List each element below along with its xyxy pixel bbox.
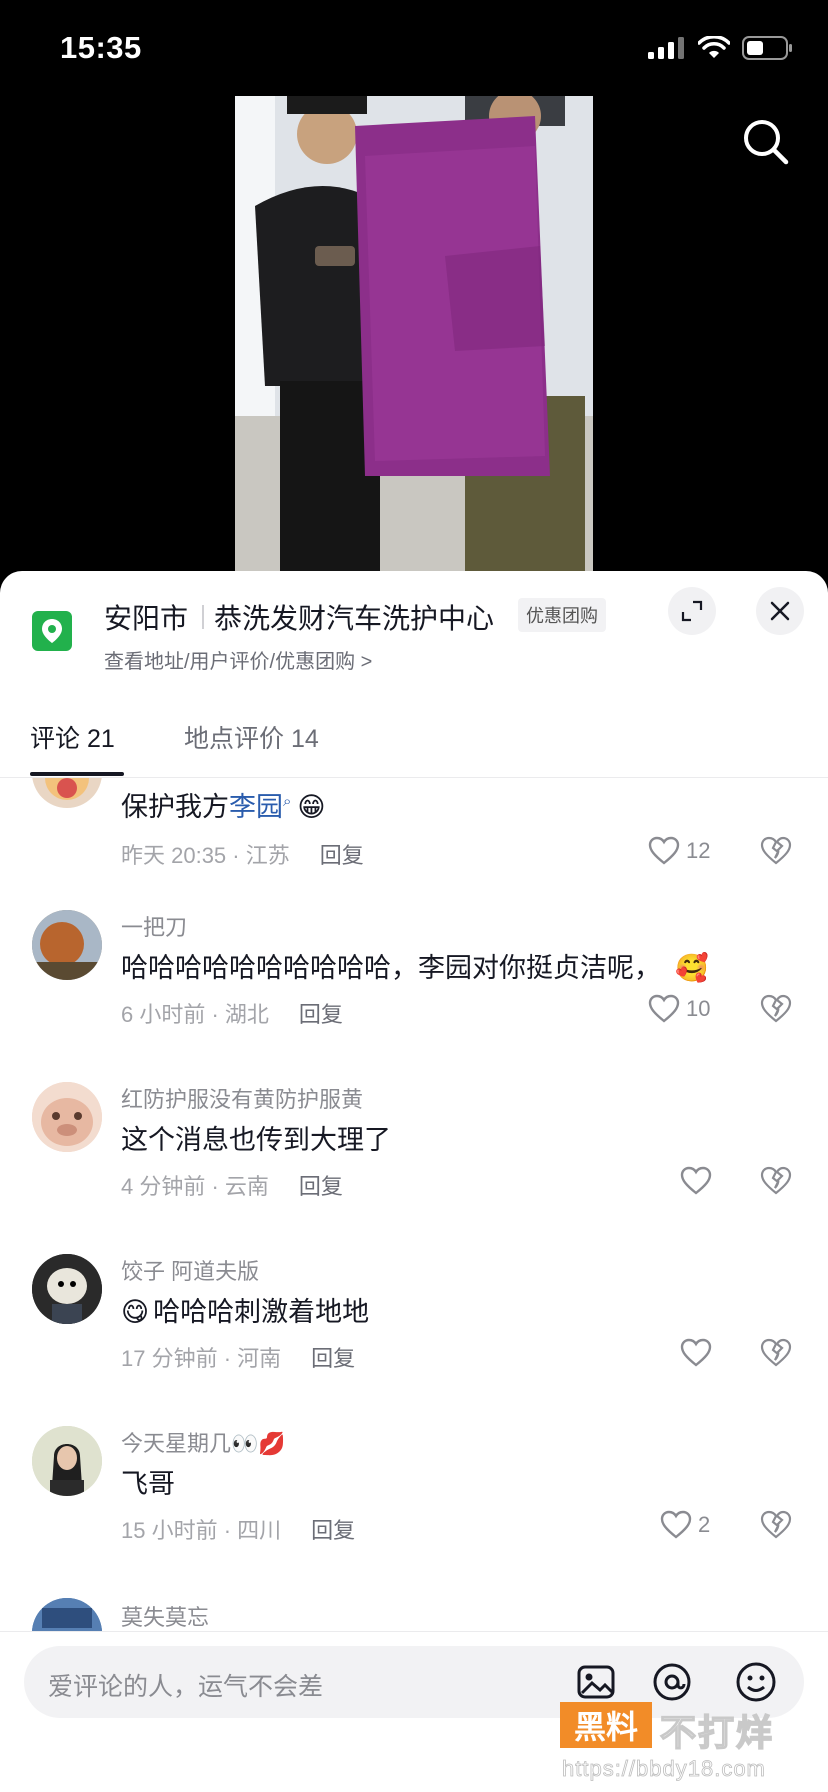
tab-comments[interactable]: 评论 21 [30,719,115,755]
expand-icon [681,600,703,622]
broken-heart-icon[interactable] [760,1338,792,1368]
comment-time-location: 17 分钟前 · 河南 [121,1346,282,1371]
comment-username[interactable]: 饺子 阿道夫版 [121,1254,259,1286]
comment-username[interactable]: 今天星期几👀💋 [121,1426,286,1458]
comment-body: 哈哈哈刺激着地地 [153,1297,370,1327]
comment-text: 😋 哈哈哈刺激着地地 [121,1290,369,1329]
like-count: 10 [686,996,711,1021]
comment-meta: 4 分钟前 · 云南 回复 [121,1169,343,1201]
mention-at-icon[interactable] [650,1660,694,1704]
heart-icon [680,1166,712,1195]
broken-heart-icon[interactable] [760,1166,792,1196]
mention-link[interactable]: 李园 [229,792,283,822]
cellular-signal-icon [648,37,684,59]
status-time: 15:35 [60,30,142,65]
watermark-url: https://bbdy18.com [562,1756,766,1782]
comment-time-location: 昨天 20:35 · 江苏 [121,843,290,868]
search-icon: ⌕ [283,793,292,810]
comment-meta: 6 小时前 · 湖北 回复 [121,997,343,1029]
broken-heart-icon[interactable] [760,836,792,866]
broken-heart-icon[interactable] [760,1510,792,1540]
comment-list[interactable]: 保护我方李园⌕ 😁 昨天 20:35 · 江苏 回复 12 一把刀 哈哈哈哈哈哈哈哈… [0,778,828,1631]
heart-icon [648,994,680,1023]
location-header[interactable]: 安阳市 恭洗发财汽车洗护中心 优惠团购 查看地址/用户评价/优惠团购 > [0,571,828,681]
tab-place-reviews[interactable]: 地点评价 14 [184,719,319,755]
image-icon[interactable] [574,1660,618,1704]
comment-item: 今天星期几👀💋 飞哥 15 小时前 · 四川 回复 2 [0,1422,828,1594]
comment-item: 红防护服没有黄防护服黄 这个消息也传到大理了 4 分钟前 · 云南 回复 [0,1078,828,1250]
avatar[interactable] [32,910,102,980]
comment-time-location: 15 小时前 · 四川 [121,1518,282,1543]
comment-text: 这个消息也传到大理了 [121,1125,391,1155]
watermark: 黑料 不打烊 https://bbdy18.com [560,1702,820,1792]
location-name[interactable]: 恭洗发财汽车洗护中心 [214,597,494,637]
avatar[interactable] [32,1254,102,1324]
comment-emoji: 😁 [297,792,326,822]
like-count: 2 [698,1512,711,1537]
reply-button[interactable]: 回复 [320,843,364,868]
expand-button[interactable] [668,587,716,635]
like-button[interactable] [680,1166,712,1196]
comment-meta: 15 小时前 · 四川 回复 [121,1513,355,1545]
like-button[interactable] [680,1338,712,1368]
comment-meta: 17 分钟前 · 河南 回复 [121,1341,355,1373]
avatar[interactable] [32,1082,102,1152]
video-thumbnail [235,96,593,571]
emoji-icon[interactable] [734,1660,778,1704]
comment-username[interactable]: 莫失莫忘 [121,1600,209,1631]
comment-meta: 昨天 20:35 · 江苏 回复 [121,838,364,870]
heart-icon [680,1338,712,1367]
location-divider [202,605,204,629]
watermark-box: 黑料 [560,1702,652,1748]
search-icon[interactable] [738,114,794,170]
comment-text: 哈哈哈哈哈哈哈哈哈哈，李园对你挺贞洁呢， 🥰 [121,946,709,985]
like-button[interactable]: 10 [648,994,710,1024]
location-links[interactable]: 查看地址/用户评价/优惠团购 > [104,645,372,674]
comment-time-location: 4 分钟前 · 云南 [121,1174,269,1199]
comment-sheet: 安阳市 恭洗发财汽车洗护中心 优惠团购 查看地址/用户评价/优惠团购 > 评论 … [0,571,828,1792]
like-button[interactable]: 12 [648,836,710,866]
reply-button[interactable]: 回复 [311,1518,355,1543]
comment-time-location: 6 小时前 · 湖北 [121,1002,269,1027]
reply-button[interactable]: 回复 [299,1002,343,1027]
comment-emoji: 🥰 [675,953,709,983]
heart-icon [660,1510,692,1539]
comment-body: 保护我方 [121,792,229,822]
comment-text: 飞哥 [121,1469,175,1499]
location-pin-icon [32,611,72,651]
avatar[interactable] [32,1426,102,1496]
comment-username[interactable]: 红防护服没有黄防护服黄 [121,1082,363,1114]
group-deal-badge[interactable]: 优惠团购 [518,598,606,632]
comment-item: 饺子 阿道夫版 😋 哈哈哈刺激着地地 17 分钟前 · 河南 回复 [0,1250,828,1422]
location-city[interactable]: 安阳市 [104,597,188,637]
comment-input-placeholder: 爱评论的人，运气不会差 [48,1673,324,1701]
tab-bar: 评论 21 地点评价 14 [0,701,828,778]
like-count: 12 [686,838,711,863]
status-bar: 15:35 [0,0,828,96]
reply-button[interactable]: 回复 [299,1174,343,1199]
avatar[interactable] [32,778,102,808]
close-button[interactable] [756,587,804,635]
reply-button[interactable]: 回复 [311,1346,355,1371]
video-frame [235,96,593,571]
comment-body: 哈哈哈哈哈哈哈哈哈哈，李园对你挺贞洁呢， [121,953,661,983]
comment-text: 保护我方李园⌕ 😁 [121,785,326,824]
video-player[interactable] [0,96,828,571]
comment-input-bar: 爱评论的人，运气不会差 黑料 不打烊 https://bbdy18.com [0,1631,828,1792]
heart-icon [648,836,680,865]
watermark-text: 不打烊 [659,1711,775,1754]
like-button[interactable]: 2 [660,1510,710,1540]
comment-item: 莫失莫忘 [0,1594,828,1631]
active-tab-indicator [30,772,124,776]
battery-icon [742,36,792,60]
wifi-icon [698,36,730,58]
status-icons [648,36,794,60]
close-icon [770,601,790,621]
broken-heart-icon[interactable] [760,994,792,1024]
comment-emoji: 😋 [121,1297,150,1327]
comment-item: 一把刀 哈哈哈哈哈哈哈哈哈哈，李园对你挺贞洁呢， 🥰 6 小时前 · 湖北 回复 1… [0,906,828,1078]
avatar[interactable] [32,1598,102,1631]
comment-username[interactable]: 一把刀 [121,910,187,942]
